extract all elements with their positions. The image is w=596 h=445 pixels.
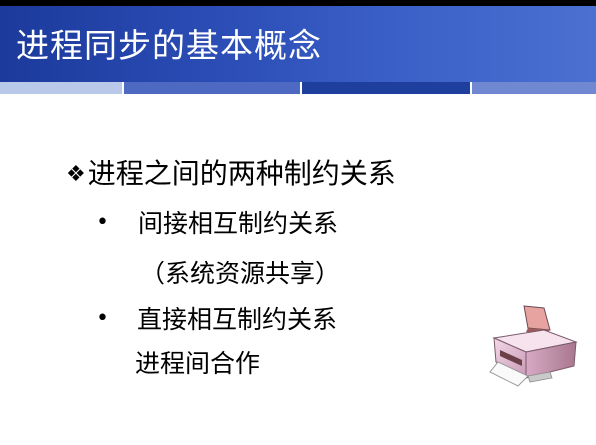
diamond-bullet-icon: ❖	[66, 162, 86, 187]
sub-point-label: 间接相互制约关系	[138, 209, 339, 238]
bullet-icon: •	[96, 210, 109, 235]
title-bar: 进程同步的基本概念	[0, 6, 596, 82]
stripe-segment	[472, 82, 596, 94]
bullet-icon: •	[96, 306, 109, 331]
main-point: ❖进程之间的两种制约关系	[66, 154, 396, 195]
printer-icon	[489, 305, 578, 387]
sub-point-label: 直接相互制约关系	[137, 305, 338, 334]
decorative-stripe	[0, 82, 596, 94]
stripe-segment	[0, 82, 122, 94]
slide-title: 进程同步的基本概念	[16, 26, 322, 65]
stripe-segment	[124, 82, 300, 94]
sub-point-note: 进程间合作	[135, 349, 261, 378]
main-point-text: 进程之间的两种制约关系	[87, 157, 396, 190]
slide-content: ❖进程之间的两种制约关系 • 间接相互制约关系 （系统资源共享） • 直接相互制…	[0, 94, 596, 445]
stripe-segment	[302, 82, 470, 94]
sub-point-note: （系统资源共享）	[140, 259, 341, 288]
